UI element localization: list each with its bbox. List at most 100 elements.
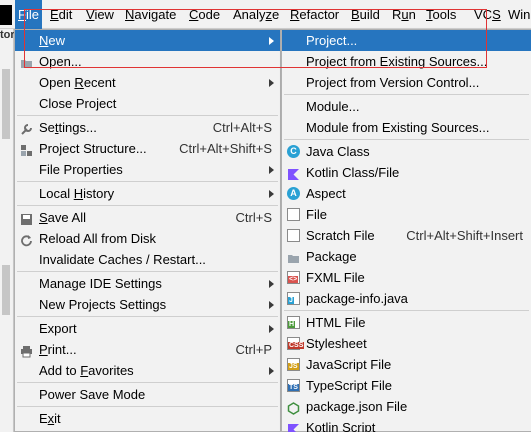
save-icon bbox=[20, 211, 33, 225]
menu-separator bbox=[17, 181, 278, 182]
folder-open-icon bbox=[20, 55, 33, 68]
menu-file[interactable]: File bbox=[15, 0, 42, 29]
app-logo-icon bbox=[0, 5, 12, 25]
structure-tool-tab[interactable] bbox=[2, 265, 10, 315]
menu-bar: File Edit View Navigate Code Analyze Ref… bbox=[0, 0, 531, 29]
file-menu-manage-ide-settings[interactable]: Manage IDE Settings bbox=[15, 273, 280, 294]
new-menu-scratch-file[interactable]: Scratch File Ctrl+Alt+Shift+Insert bbox=[282, 225, 531, 246]
new-menu-module-from-existing-sources[interactable]: Module from Existing Sources... bbox=[282, 117, 531, 138]
file-menu: New Open... Open Recent Close Project Se… bbox=[14, 29, 281, 432]
package-json-icon bbox=[287, 400, 300, 415]
fxml-badge: <> bbox=[288, 276, 299, 283]
submenu-arrow-icon bbox=[269, 79, 274, 87]
file-menu-local-history[interactable]: Local History bbox=[15, 183, 280, 204]
file-menu-save-all[interactable]: Save All Ctrl+S bbox=[15, 207, 280, 228]
menu-code[interactable]: Code bbox=[186, 0, 223, 29]
css-badge: CSS bbox=[288, 342, 305, 349]
file-menu-print[interactable]: Print... Ctrl+P bbox=[15, 339, 280, 360]
file-menu-close-project[interactable]: Close Project bbox=[15, 93, 280, 114]
package-info-icon: J bbox=[287, 292, 300, 305]
new-menu-javascript-file[interactable]: JS JavaScript File bbox=[282, 354, 531, 375]
package-icon bbox=[287, 250, 300, 263]
file-menu-open-recent[interactable]: Open Recent bbox=[15, 72, 280, 93]
new-menu-typescript-file[interactable]: TS TypeScript File bbox=[282, 375, 531, 396]
file-menu-reload-all[interactable]: Reload All from Disk bbox=[15, 228, 280, 249]
project-tool-label: tor bbox=[0, 29, 14, 41]
file-menu-add-to-favorites[interactable]: Add to Favorites bbox=[15, 360, 280, 381]
new-menu-package[interactable]: Package bbox=[282, 246, 531, 267]
menu-window[interactable]: Win bbox=[505, 0, 531, 29]
menu-separator bbox=[17, 205, 278, 206]
typescript-file-icon: TS bbox=[287, 379, 300, 392]
project-tool-tab[interactable] bbox=[2, 69, 10, 139]
new-menu-project-from-vcs[interactable]: Project from Version Control... bbox=[282, 72, 531, 93]
new-submenu: Project... Project from Existing Sources… bbox=[281, 29, 531, 432]
menu-separator bbox=[17, 382, 278, 383]
file-menu-settings[interactable]: Settings... Ctrl+Alt+S bbox=[15, 117, 280, 138]
submenu-arrow-icon bbox=[269, 190, 274, 198]
new-menu-fxml-file[interactable]: <> FXML File bbox=[282, 267, 531, 288]
menu-vcs[interactable]: VCS bbox=[471, 0, 504, 29]
new-menu-java-class[interactable]: C Java Class bbox=[282, 141, 531, 162]
ts-badge: TS bbox=[288, 384, 299, 391]
js-badge: JS bbox=[288, 363, 299, 370]
new-menu-kotlin-class[interactable]: Kotlin Class/File bbox=[282, 162, 531, 183]
new-menu-module[interactable]: Module... bbox=[282, 96, 531, 117]
submenu-arrow-icon bbox=[269, 37, 274, 45]
file-menu-exit[interactable]: Exit bbox=[15, 408, 280, 429]
javascript-file-icon: JS bbox=[287, 358, 300, 371]
new-menu-project-from-existing-sources[interactable]: Project from Existing Sources... bbox=[282, 51, 531, 72]
file-menu-invalidate-caches[interactable]: Invalidate Caches / Restart... bbox=[15, 249, 280, 270]
scratch-file-icon bbox=[287, 229, 300, 242]
file-menu-open[interactable]: Open... bbox=[15, 51, 280, 72]
menu-run[interactable]: Run bbox=[389, 0, 419, 29]
new-menu-aspect[interactable]: A Aspect bbox=[282, 183, 531, 204]
menu-separator bbox=[284, 94, 529, 95]
menu-build[interactable]: Build bbox=[348, 0, 383, 29]
new-menu-stylesheet[interactable]: CSS Stylesheet bbox=[282, 333, 531, 354]
menu-separator bbox=[284, 139, 529, 140]
new-menu-kotlin-script[interactable]: Kotlin Script bbox=[282, 417, 531, 432]
submenu-arrow-icon bbox=[269, 367, 274, 375]
new-menu-file[interactable]: File bbox=[282, 204, 531, 225]
menu-view[interactable]: View bbox=[83, 0, 117, 29]
menu-separator bbox=[17, 115, 278, 116]
new-menu-html-file[interactable]: H HTML File bbox=[282, 312, 531, 333]
file-menu-new-projects-settings[interactable]: New Projects Settings bbox=[15, 294, 280, 315]
menu-separator bbox=[17, 316, 278, 317]
fxml-file-icon: <> bbox=[287, 271, 300, 284]
new-menu-package-info[interactable]: J package-info.java bbox=[282, 288, 531, 309]
menu-refactor[interactable]: Refactor bbox=[287, 0, 342, 29]
new-menu-package-json[interactable]: package.json File bbox=[282, 396, 531, 417]
file-menu-project-structure[interactable]: Project Structure... Ctrl+Alt+Shift+S bbox=[15, 138, 280, 159]
html-file-icon: H bbox=[287, 316, 300, 329]
menu-edit[interactable]: Edit bbox=[47, 0, 75, 29]
left-tool-strip: tor bbox=[0, 29, 14, 432]
submenu-arrow-icon bbox=[269, 301, 274, 309]
java-class-icon: C bbox=[287, 145, 300, 158]
aspect-icon: A bbox=[287, 187, 300, 200]
menu-separator bbox=[284, 310, 529, 311]
submenu-arrow-icon bbox=[269, 166, 274, 174]
file-menu-export[interactable]: Export bbox=[15, 318, 280, 339]
menu-navigate[interactable]: Navigate bbox=[122, 0, 179, 29]
file-icon bbox=[287, 208, 300, 221]
wrench-icon bbox=[20, 121, 33, 135]
menu-tools[interactable]: Tools bbox=[423, 0, 459, 29]
submenu-arrow-icon bbox=[269, 325, 274, 333]
package-info-badge: J bbox=[288, 297, 294, 304]
print-icon bbox=[20, 343, 33, 358]
file-menu-file-properties[interactable]: File Properties bbox=[15, 159, 280, 180]
file-menu-power-save-mode[interactable]: Power Save Mode bbox=[15, 384, 280, 405]
menu-separator bbox=[17, 271, 278, 272]
reload-icon bbox=[20, 232, 33, 247]
submenu-arrow-icon bbox=[269, 280, 274, 288]
kotlin-script-icon bbox=[287, 421, 300, 432]
new-menu-project[interactable]: Project... bbox=[282, 30, 531, 51]
file-menu-new[interactable]: New bbox=[15, 30, 280, 51]
kotlin-icon bbox=[287, 166, 300, 180]
stylesheet-icon: CSS bbox=[287, 337, 305, 350]
menu-separator bbox=[17, 406, 278, 407]
menu-analyze[interactable]: Analyze bbox=[230, 0, 282, 29]
html-badge: H bbox=[288, 321, 296, 328]
